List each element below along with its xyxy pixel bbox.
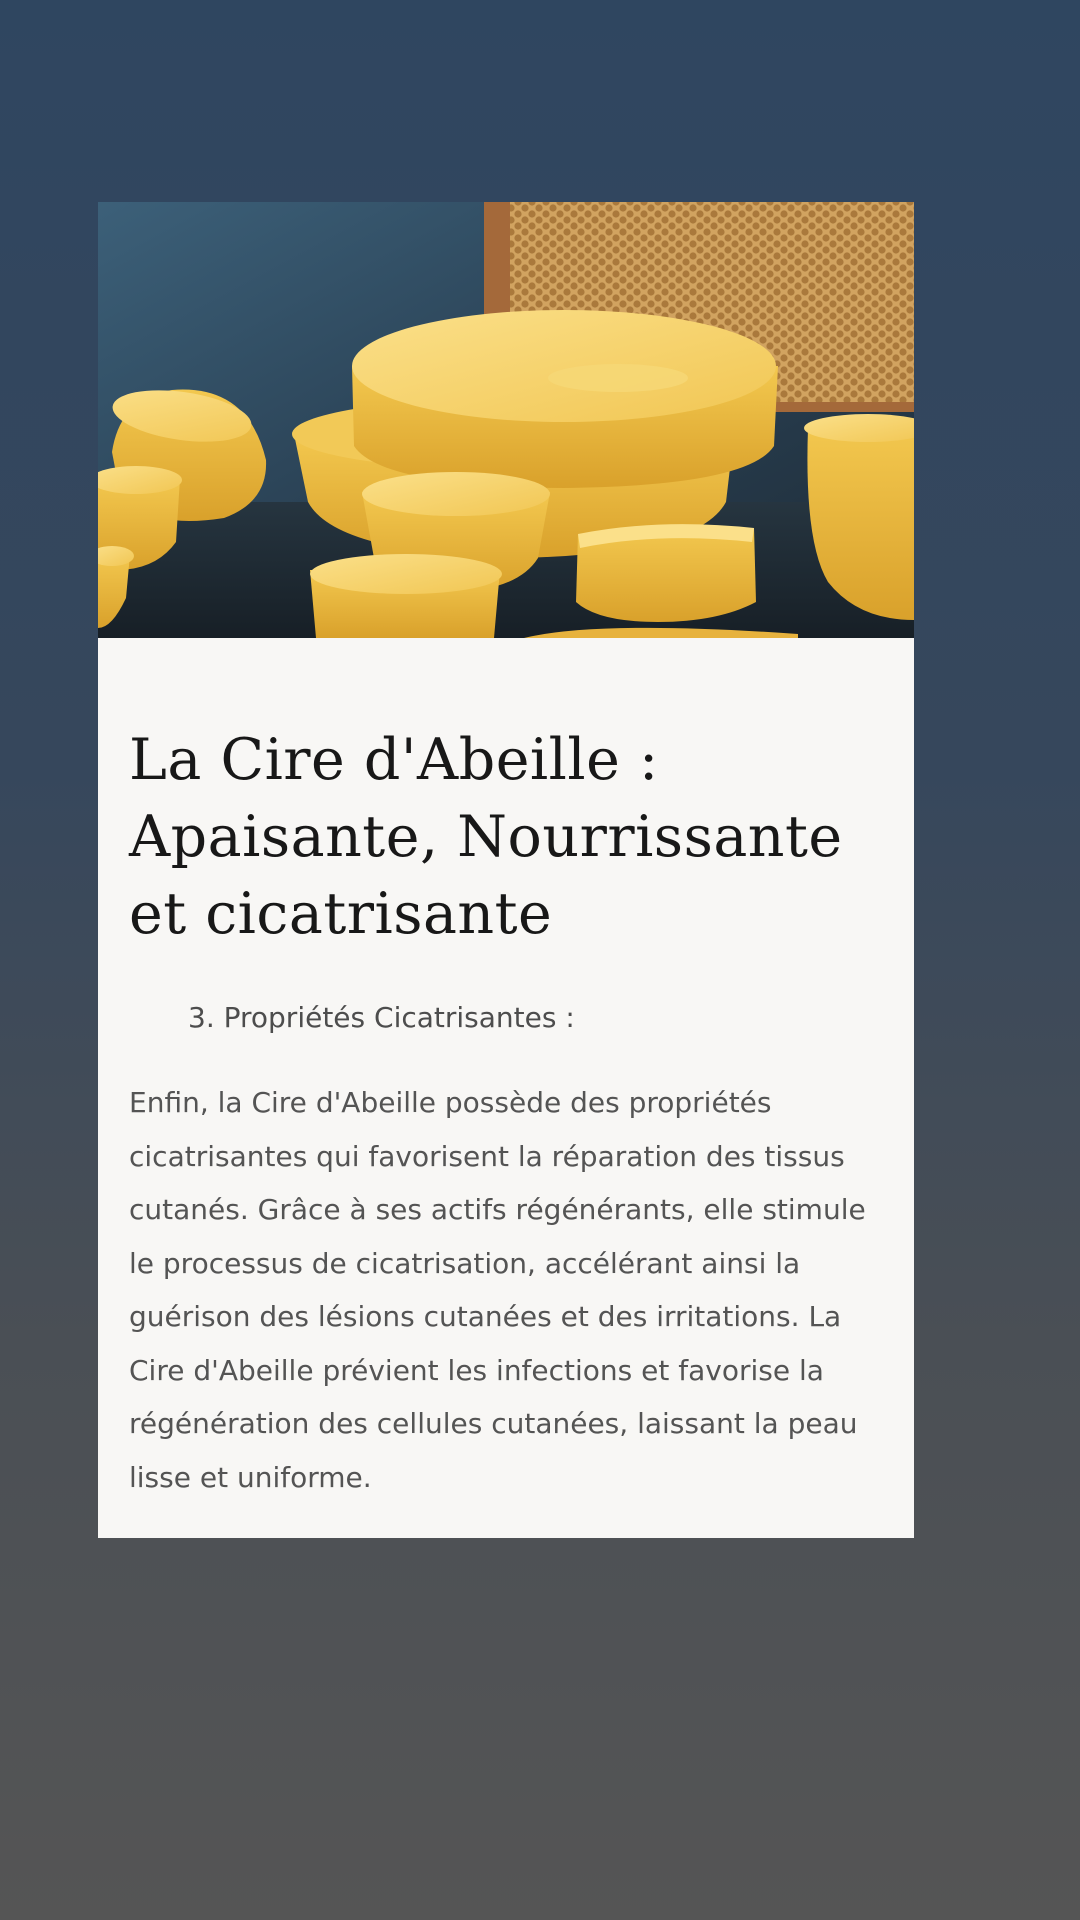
- article-body: Enfin, la Cire d'Abeille possède des pro…: [129, 1086, 866, 1494]
- section-heading: 3. Propriétés Cicatrisantes :: [188, 1001, 575, 1034]
- article-card: La Cire d'Abeille : Apaisante, Nourrissa…: [98, 202, 914, 1538]
- beeswax-image: [98, 202, 914, 638]
- article-title: La Cire d'Abeille : Apaisante, Nourrissa…: [129, 727, 843, 947]
